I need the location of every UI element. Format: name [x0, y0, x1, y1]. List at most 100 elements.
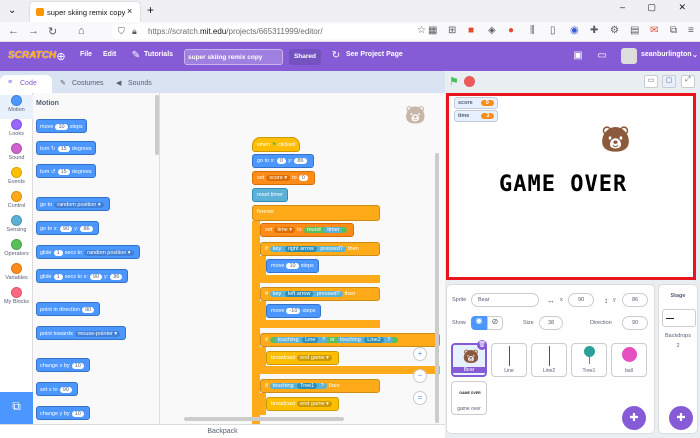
- category-operators[interactable]: Operators: [0, 239, 33, 263]
- puzzle-icon[interactable]: ⧉: [670, 25, 677, 36]
- username[interactable]: seanburlington: [641, 51, 692, 58]
- block-goto[interactable]: go to random position ▾: [36, 197, 110, 211]
- blk-input[interactable]: 15: [57, 146, 70, 152]
- blk-input[interactable]: 86: [110, 274, 123, 280]
- block-move-minus-10[interactable]: move -10 steps: [266, 304, 321, 318]
- pocket-icon[interactable]: ◈: [488, 25, 496, 36]
- x-input[interactable]: 90: [568, 293, 594, 307]
- block-move-10[interactable]: move 10 steps: [266, 259, 319, 273]
- edit-menu[interactable]: Edit: [103, 51, 116, 58]
- block-when-flag-clicked[interactable]: when ⚑ clicked: [252, 137, 300, 152]
- tab-sounds[interactable]: ◀ Sounds: [108, 75, 160, 93]
- window-controls[interactable]: – ▢ ✕: [620, 2, 696, 13]
- bookmark-star-icon[interactable]: ☆: [417, 25, 426, 36]
- zoom-reset-icon[interactable]: =: [413, 391, 427, 405]
- large-stage-icon[interactable]: ▢: [662, 75, 676, 88]
- scratch-logo[interactable]: SCRATCH: [8, 50, 56, 61]
- category-looks[interactable]: Looks: [0, 119, 33, 143]
- new-tab-icon[interactable]: +: [147, 3, 154, 17]
- block-set-x[interactable]: set x to 90: [36, 382, 78, 396]
- fullscreen-icon[interactable]: ⤢: [681, 75, 695, 88]
- tab-code[interactable]: ≡ Code: [0, 75, 52, 93]
- menu-icon[interactable]: ≡: [688, 25, 694, 36]
- block-turn-right[interactable]: turn ↻ 15 degrees: [36, 141, 96, 155]
- add-backdrop-button[interactable]: ✚: [669, 406, 693, 430]
- block-broadcast-end-game-2[interactable]: broadcast end game ▾: [266, 397, 339, 411]
- category-my-blocks[interactable]: My Blocks: [0, 287, 33, 311]
- delete-sprite-icon[interactable]: 🗑︎: [477, 340, 487, 350]
- my-stuff-icon[interactable]: ▣: [572, 50, 584, 62]
- blk-input[interactable]: 0: [277, 158, 287, 164]
- file-menu[interactable]: File: [80, 51, 92, 58]
- see-project-page-link[interactable]: See Project Page: [346, 51, 403, 58]
- back-icon[interactable]: ←: [8, 25, 19, 37]
- zoom-out-icon[interactable]: −: [413, 369, 427, 383]
- blk-dropdown[interactable]: end game ▾: [297, 355, 332, 361]
- shield-icon[interactable]: ⛉: [118, 26, 125, 37]
- block-move-steps[interactable]: move 10 steps: [36, 119, 87, 133]
- lock-icon[interactable]: 🔒︎: [132, 26, 137, 37]
- flyout-scrollbar[interactable]: [155, 95, 159, 155]
- category-variables[interactable]: Variables: [0, 263, 33, 287]
- add-sprite-button[interactable]: ✚: [622, 406, 646, 430]
- blk-dropdown[interactable]: end game ▾: [297, 401, 332, 407]
- block-if-touching-lines[interactable]: if touching Line ? or touching Line2 ?: [260, 333, 440, 347]
- block-glide-xy[interactable]: glide 1 secs to x: 90 y: 86: [36, 269, 129, 283]
- category-sensing[interactable]: Sensing: [0, 215, 33, 239]
- sidebar-icon[interactable]: ▯: [550, 25, 556, 36]
- globe-icon[interactable]: ⊕: [55, 50, 67, 63]
- stage-thumbnail[interactable]: [662, 309, 696, 327]
- blk-input[interactable]: 90: [89, 274, 103, 280]
- shared-button[interactable]: Shared: [289, 49, 321, 65]
- block-set-score[interactable]: set score ▾ to 0: [252, 171, 315, 185]
- block-change-x[interactable]: change x by 10: [36, 358, 90, 372]
- category-control[interactable]: Control: [0, 191, 33, 215]
- block-glide-to[interactable]: glide 1 secs to random position ▾: [36, 245, 140, 259]
- or-operator[interactable]: touching Line ? or touching Line2 ?: [269, 337, 399, 343]
- show-hidden-icon[interactable]: ⊘: [487, 316, 503, 330]
- block-if-right-arrow[interactable]: if key right arrow pressed? then: [260, 242, 380, 256]
- qr-code-icon[interactable]: ▦: [428, 25, 437, 36]
- block-turn-left[interactable]: turn ↺ 15 degrees: [36, 164, 96, 178]
- project-title-input[interactable]: super skiing remix copy: [184, 49, 283, 65]
- show-visible-icon[interactable]: ◉: [471, 316, 487, 330]
- script-area[interactable]: 🐻︎ when ⚑ clicked go to x: 0 y: 86 set score…: [160, 93, 445, 424]
- block-point-towards[interactable]: point towards mouse-pointer ▾: [36, 326, 127, 340]
- tab-list-icon[interactable]: ⌄: [8, 5, 16, 16]
- round-operator[interactable]: round timer: [303, 227, 348, 233]
- zoom-in-icon[interactable]: +: [413, 347, 427, 361]
- script-hscrollbar[interactable]: [184, 417, 344, 421]
- blk-dropdown[interactable]: random position ▾: [84, 250, 134, 256]
- blk-input[interactable]: 1: [53, 250, 63, 256]
- blk-input[interactable]: 10: [286, 263, 299, 269]
- block-if-touching-tree[interactable]: if touching Tree1 ? then: [260, 379, 380, 393]
- block-point-direction[interactable]: point in direction 90: [36, 302, 101, 316]
- blk-input[interactable]: 90: [82, 307, 95, 313]
- library-icon[interactable]: ⫼: [530, 25, 535, 36]
- block-goto-xy[interactable]: go to x: 0 y: 86: [252, 154, 314, 168]
- small-stage-icon[interactable]: ▭: [644, 75, 658, 88]
- blk-input[interactable]: 90: [59, 387, 72, 393]
- blk-input[interactable]: -10: [286, 308, 301, 314]
- backpack[interactable]: Backpack: [0, 424, 445, 438]
- block-change-y[interactable]: change y by 10: [36, 406, 90, 420]
- folder-icon[interactable]: ▭: [596, 50, 608, 62]
- tutorials-menu[interactable]: Tutorials: [144, 51, 173, 58]
- category-events[interactable]: Events: [0, 167, 33, 191]
- sprite-tile-ball[interactable]: ball: [611, 343, 647, 377]
- blk-input[interactable]: 10: [55, 124, 68, 130]
- block-broadcast-end-game[interactable]: broadcast end game ▾: [266, 351, 339, 365]
- blk-input[interactable]: 86: [294, 158, 307, 164]
- blk-input[interactable]: 90: [60, 226, 73, 232]
- y-input[interactable]: 86: [622, 293, 648, 307]
- block-if-left-arrow[interactable]: if key left arrow pressed? then: [260, 287, 380, 301]
- close-tab-icon[interactable]: ×: [127, 6, 132, 16]
- blk-input[interactable]: 0: [298, 175, 308, 181]
- extension-icon[interactable]: ■: [468, 25, 474, 36]
- blk-dropdown[interactable]: time ▾: [274, 227, 296, 233]
- forward-icon[interactable]: →: [28, 25, 39, 37]
- block-set-time[interactable]: set time ▾ to round timer: [260, 223, 355, 237]
- bear-sprite-icon[interactable]: 🐻︎: [599, 124, 632, 155]
- extensions-icon[interactable]: ✚: [590, 25, 598, 36]
- chevron-down-icon[interactable]: ⌄: [692, 51, 698, 59]
